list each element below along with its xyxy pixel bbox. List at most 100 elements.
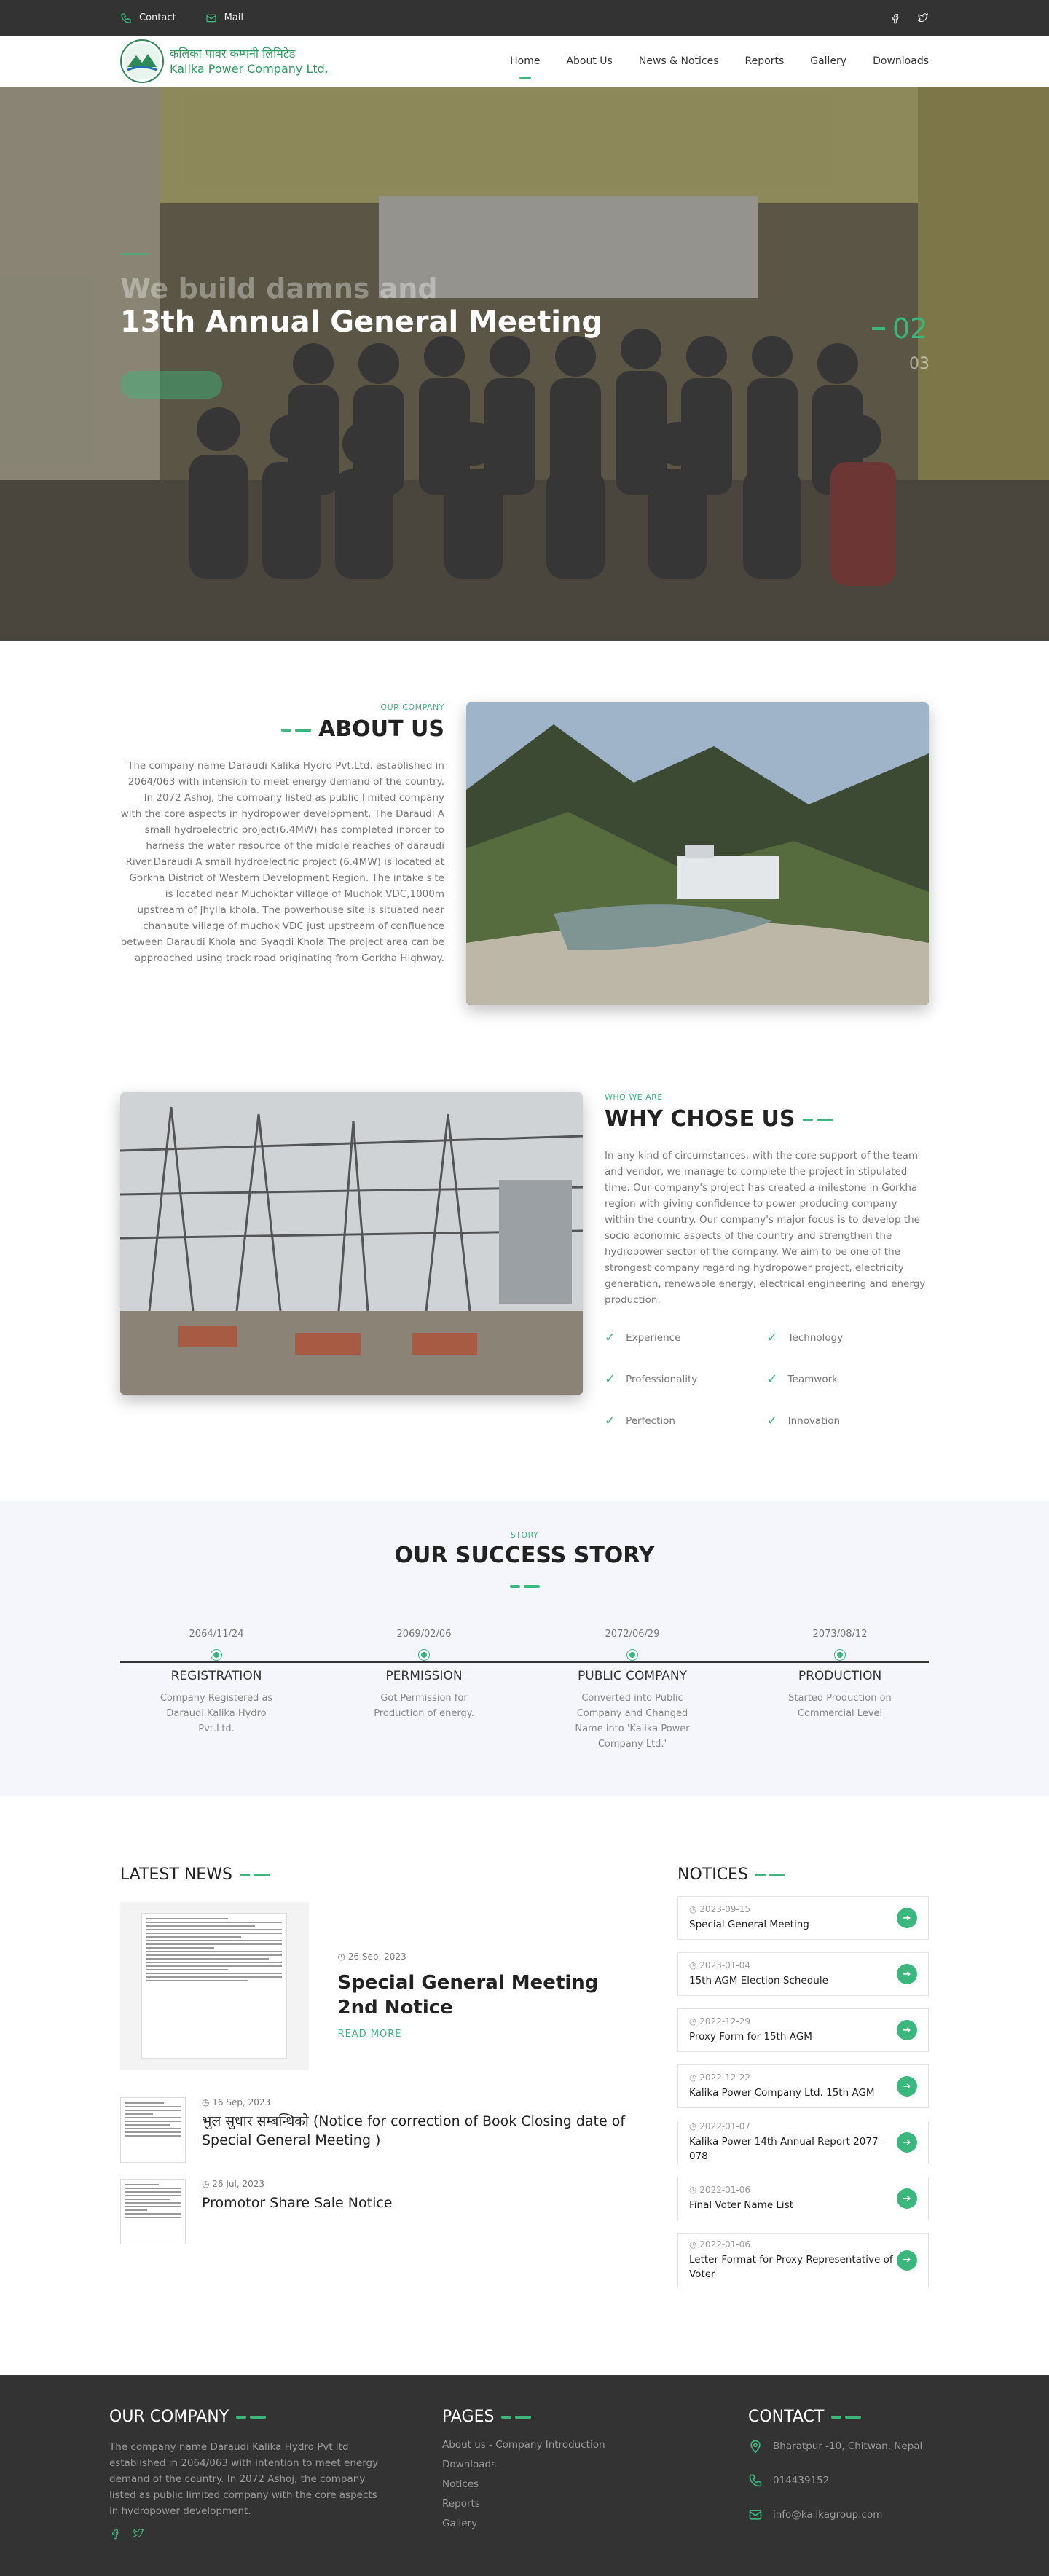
footer-address: Bharatpur -10, Chitwan, Nepal [748,2439,938,2454]
hero-previous-caption: We build damns and [120,273,438,305]
arrow-right-icon[interactable]: ➔ [897,2076,917,2097]
footer-company: OUR COMPANY The company name Daraudi Kal… [109,2408,386,2576]
arrow-right-icon[interactable]: ➔ [897,2132,917,2153]
twitter-icon[interactable] [133,2528,144,2540]
why-text: In any kind of circumstances, with the c… [605,1150,926,1306]
check-icon: ✓ [766,1330,778,1345]
notice-item[interactable]: ◷ 2023-09-15 Special General Meeting ➔ [677,1896,929,1940]
facebook-icon[interactable] [109,2528,121,2540]
arrow-right-icon[interactable]: ➔ [897,1908,917,1928]
footer-pages: PAGES About us - Company Introduction Do… [442,2408,748,2576]
nav-item-news-notices[interactable]: News & Notices [639,51,719,71]
nav-item-reports[interactable]: Reports [745,51,785,71]
slide-next-number[interactable]: 03 [909,355,930,373]
facebook-icon[interactable] [889,12,901,24]
footer-contact-title: CONTACT [748,2408,938,2426]
footer-company-text: The company name Daraudi Kalika Hydro Pv… [109,2441,379,2517]
feature-professionality: ✓ Professionality [605,1371,698,1387]
contact-link[interactable]: Contact [120,12,176,24]
news-item[interactable]: ◷ 26 Jul, 2023 Promotor Share Sale Notice [120,2179,637,2244]
timeline-event: 2073/08/12 PRODUCTION Started Production … [788,1629,892,1719]
news-title[interactable]: भुल सुधार सम्बन्धिको (Notice for correct… [202,2112,637,2150]
timeline-dot [627,1650,637,1660]
substation-photo [120,1092,583,1395]
footer-link-downloads[interactable]: Downloads [442,2459,748,2470]
why-title: WHY CHOSE US [605,1106,929,1132]
footer: OUR COMPANY The company name Daraudi Kal… [0,2375,1049,2576]
featured-news[interactable]: ◷ 26 Sep, 2023 Special General Meeting 2… [120,1902,637,2070]
arrow-right-icon[interactable]: ➔ [897,1964,917,1984]
about-title: ABOUT US [120,716,444,742]
feature-teamwork: ✓ Teamwork [766,1371,838,1387]
company-logo [120,39,164,83]
timeline-event: 2064/11/24 REGISTRATION Company Registere… [160,1629,273,1734]
nav-item-gallery[interactable]: Gallery [810,51,846,71]
featured-news-title[interactable]: Special General Meeting 2nd Notice [338,1970,637,2020]
footer-link-notices[interactable]: Notices [442,2478,748,2490]
hero-slider: We build damns and 13th Annual General M… [0,87,1049,641]
timeline-dot [419,1650,429,1660]
brand-logo-link[interactable]: कलिका पावर कम्पनी लिमिटेड Kalika Power C… [120,39,329,83]
footer-contact: CONTACT Bharatpur -10, Chitwan, Nepal 01… [748,2408,938,2576]
nav-item-downloads[interactable]: Downloads [873,51,929,71]
latest-news-title: LATEST NEWS [120,1866,637,1884]
footer-email[interactable]: info@kalikagroup.com [748,2508,938,2522]
about-eyebrow: OUR COMPANY [380,702,444,712]
success-story-section: STORY OUR SUCCESS STORY 2064/11/24 REGIS… [0,1501,1049,1796]
notice-item[interactable]: ◷ 2022-01-06 Letter Format for Proxy Repr… [677,2233,929,2287]
arrow-right-icon[interactable]: ➔ [897,2250,917,2271]
notices-title: NOTICES [677,1866,929,1884]
news-item[interactable]: ◷ 16 Sep, 2023 भुल सुधार सम्बन्धिको (Noti… [120,2097,637,2163]
timeline-event: 2069/02/06 PERMISSION Got Permission for … [374,1629,474,1719]
check-icon: ✓ [766,1413,778,1428]
feature-perfection: ✓ Perfection [605,1413,675,1428]
notice-item[interactable]: ◷ 2022-01-07 Kalika Power 14th Annual Rep… [677,2121,929,2164]
read-more-link[interactable]: READ MORE [338,2029,637,2040]
hero-title: 13th Annual General Meeting [120,305,603,339]
footer-phone[interactable]: 014439152 [748,2473,938,2488]
slide-current: 02 [892,313,928,345]
top-bar: Contact Mail [0,0,1049,36]
notice-item[interactable]: ◷ 2022-12-22 Kalika Power Company Ltd. 15… [677,2064,929,2108]
about-section: OUR COMPANY ABOUT US The company name Da… [0,641,1049,1056]
slide-counter: 02 [872,313,927,345]
notice-item[interactable]: ◷ 2022-01-06 Final Voter Name List ➔ [677,2177,929,2220]
footer-link-gallery[interactable]: Gallery [442,2518,748,2529]
check-icon: ✓ [605,1413,616,1428]
location-pin-icon [750,2440,761,2454]
footer-pages-title: PAGES [442,2408,748,2426]
brand-name-nepali: कलिका पावर कम्पनी लिमिटेड [170,47,296,60]
timeline: 2064/11/24 REGISTRATION Company Registere… [120,1629,929,1753]
nav-menu: Home About Us News & Notices Reports Gal… [510,51,929,71]
notice-item[interactable]: ◷ 2023-01-04 15th AGM Election Schedule ➔ [677,1952,929,1996]
phone-icon [749,2474,762,2487]
about-text: The company name Daraudi Kalika Hydro Pv… [120,760,444,964]
feature-technology: ✓ Technology [766,1330,844,1345]
news-thumbnail[interactable] [120,2179,186,2244]
featured-news-thumbnail[interactable] [120,1902,309,2070]
mail-icon [205,14,216,22]
timeline-event: 2072/06/29 PUBLIC COMPANY Converted into … [575,1629,690,1750]
footer-company-title: OUR COMPANY [109,2408,386,2426]
news-thumbnail[interactable] [120,2097,186,2163]
nav-item-home[interactable]: Home [510,51,540,71]
why-eyebrow: WHO WE ARE [605,1092,663,1102]
arrow-right-icon[interactable]: ➔ [897,2188,917,2209]
contact-label: Contact [139,12,176,23]
phone-icon [121,12,131,23]
timeline-dot [835,1650,845,1660]
brand-name-english: Kalika Power Company Ltd. [170,62,329,76]
footer-link-reports[interactable]: Reports [442,2498,748,2510]
mail-link[interactable]: Mail [205,12,243,24]
arrow-right-icon[interactable]: ➔ [897,2020,917,2040]
feature-innovation: ✓ Innovation [766,1413,841,1428]
hero-read-more-button[interactable] [120,371,222,399]
footer-link-about[interactable]: About us - Company Introduction [442,2439,748,2451]
notice-item[interactable]: ◷ 2022-12-29 Proxy Form for 15th AGM ➔ [677,2008,929,2052]
twitter-icon[interactable] [917,12,929,24]
nav-item-about-us[interactable]: About Us [566,51,612,71]
timeline-dot [211,1650,221,1660]
featured-news-date: ◷ 26 Sep, 2023 [337,1951,406,1962]
mail-icon [749,2510,762,2520]
news-title[interactable]: Promotor Share Sale Notice [202,2193,392,2212]
